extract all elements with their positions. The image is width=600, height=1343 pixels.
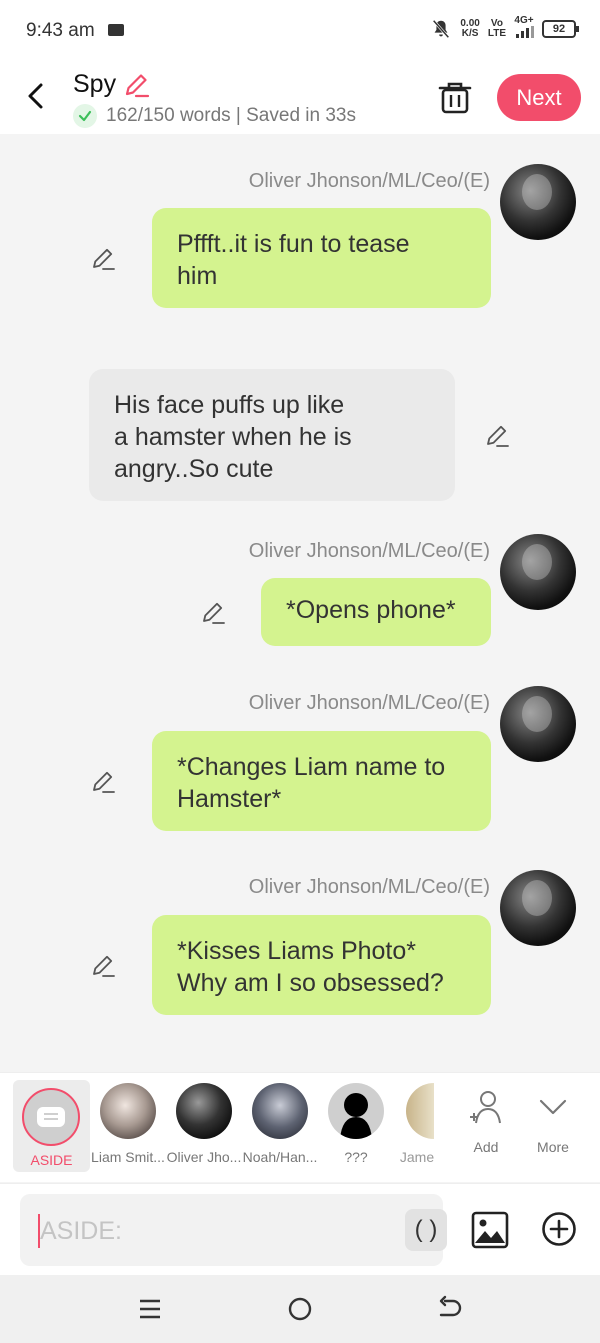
message-bubble[interactable]: *Kisses Liams Photo* Why am I so obsesse…: [152, 915, 491, 1015]
edit-title-pencil-icon[interactable]: [122, 71, 150, 99]
status-bar: 9:43 am 0.00 K/S Vo LTE 4G+ 92: [0, 0, 600, 60]
story-title[interactable]: Spy: [73, 70, 116, 99]
edit-message-pencil-icon[interactable]: [90, 769, 116, 795]
word-count-status: 162/150 words | Saved in 33s: [106, 105, 356, 126]
avatar: [100, 1083, 156, 1139]
character-chip-james[interactable]: Jame: [394, 1083, 440, 1165]
title-row: Spy: [73, 70, 150, 99]
more-characters-button[interactable]: More: [515, 1087, 591, 1155]
aside-bubble[interactable]: His face puffs up like a hamster when he…: [89, 369, 455, 501]
edit-message-pencil-icon[interactable]: [200, 600, 226, 626]
aside-icon: [22, 1088, 80, 1146]
chevron-down-icon: [539, 1099, 567, 1115]
add-person-icon: [470, 1091, 501, 1124]
bell-muted-icon: [433, 19, 450, 38]
net-speed: 0.00 K/S: [460, 17, 480, 39]
edit-message-pencil-icon[interactable]: [90, 246, 116, 272]
aside-chip[interactable]: ASIDE: [13, 1080, 90, 1172]
signal-icon: [516, 26, 534, 38]
avatar[interactable]: [500, 534, 576, 610]
back-icon[interactable]: [436, 1295, 464, 1323]
message-sender: Oliver Jhonson/ML/Ceo/(E): [248, 540, 490, 562]
home-icon[interactable]: [286, 1295, 314, 1323]
network-indicator: 4G+: [514, 16, 534, 41]
system-nav-bar: [0, 1275, 600, 1343]
add-character-button[interactable]: Add: [448, 1087, 524, 1155]
character-chip-unknown[interactable]: ???: [318, 1083, 394, 1165]
save-status: 162/150 words | Saved in 33s: [73, 104, 356, 128]
avatar[interactable]: [500, 686, 576, 762]
parentheses-button[interactable]: ( ): [405, 1209, 447, 1251]
status-time: 9:43 am: [26, 20, 95, 41]
next-button[interactable]: Next: [497, 74, 581, 121]
menu-icon[interactable]: [136, 1295, 164, 1323]
chat-area[interactable]: Oliver Jhonson/ML/Ceo/(E) Pffft..it is f…: [0, 134, 600, 1072]
avatar: [406, 1083, 434, 1139]
cast-icon: [108, 24, 124, 36]
trash-icon[interactable]: [436, 78, 474, 116]
message-sender: Oliver Jhonson/ML/Ceo/(E): [248, 876, 490, 898]
aside-label: ASIDE: [30, 1152, 73, 1168]
character-chip-oliver[interactable]: Oliver Jho...: [166, 1083, 242, 1165]
avatar: [252, 1083, 308, 1139]
battery-indicator: 92: [542, 19, 579, 38]
avatar: [328, 1083, 384, 1139]
message-input[interactable]: [38, 1214, 368, 1248]
status-icons: 0.00 K/S Vo LTE 4G+ 92: [430, 16, 579, 41]
edit-message-pencil-icon[interactable]: [90, 953, 116, 979]
character-chip-liam[interactable]: Liam Smit...: [90, 1083, 166, 1165]
image-icon[interactable]: [471, 1211, 509, 1249]
back-arrow-icon[interactable]: [20, 80, 52, 112]
avatar[interactable]: [500, 870, 576, 946]
add-circle-icon[interactable]: [541, 1211, 577, 1247]
message-sender: Oliver Jhonson/ML/Ceo/(E): [248, 170, 490, 192]
message-bubble[interactable]: *Changes Liam name to Hamster*: [152, 731, 491, 831]
silhouette-icon: [340, 1093, 372, 1139]
message-bubble[interactable]: Pffft..it is fun to tease him: [152, 208, 491, 308]
editor-header: Spy 162/150 words | Saved in 33s Next: [0, 60, 600, 134]
volte-indicator: Vo LTE: [487, 17, 506, 39]
edit-message-pencil-icon[interactable]: [484, 423, 510, 449]
check-icon: [73, 104, 97, 128]
composer: ( ): [0, 1183, 600, 1275]
message-bubble[interactable]: *Opens phone*: [261, 578, 491, 646]
message-input-box: ( ): [20, 1194, 447, 1266]
avatar: [176, 1083, 232, 1139]
message-sender: Oliver Jhonson/ML/Ceo/(E): [248, 692, 490, 714]
character-chip-noah[interactable]: Noah/Han...: [242, 1083, 318, 1165]
avatar[interactable]: [500, 164, 576, 240]
character-selector: ASIDE Liam Smit... Oliver Jho... Noah/Ha…: [0, 1072, 600, 1182]
